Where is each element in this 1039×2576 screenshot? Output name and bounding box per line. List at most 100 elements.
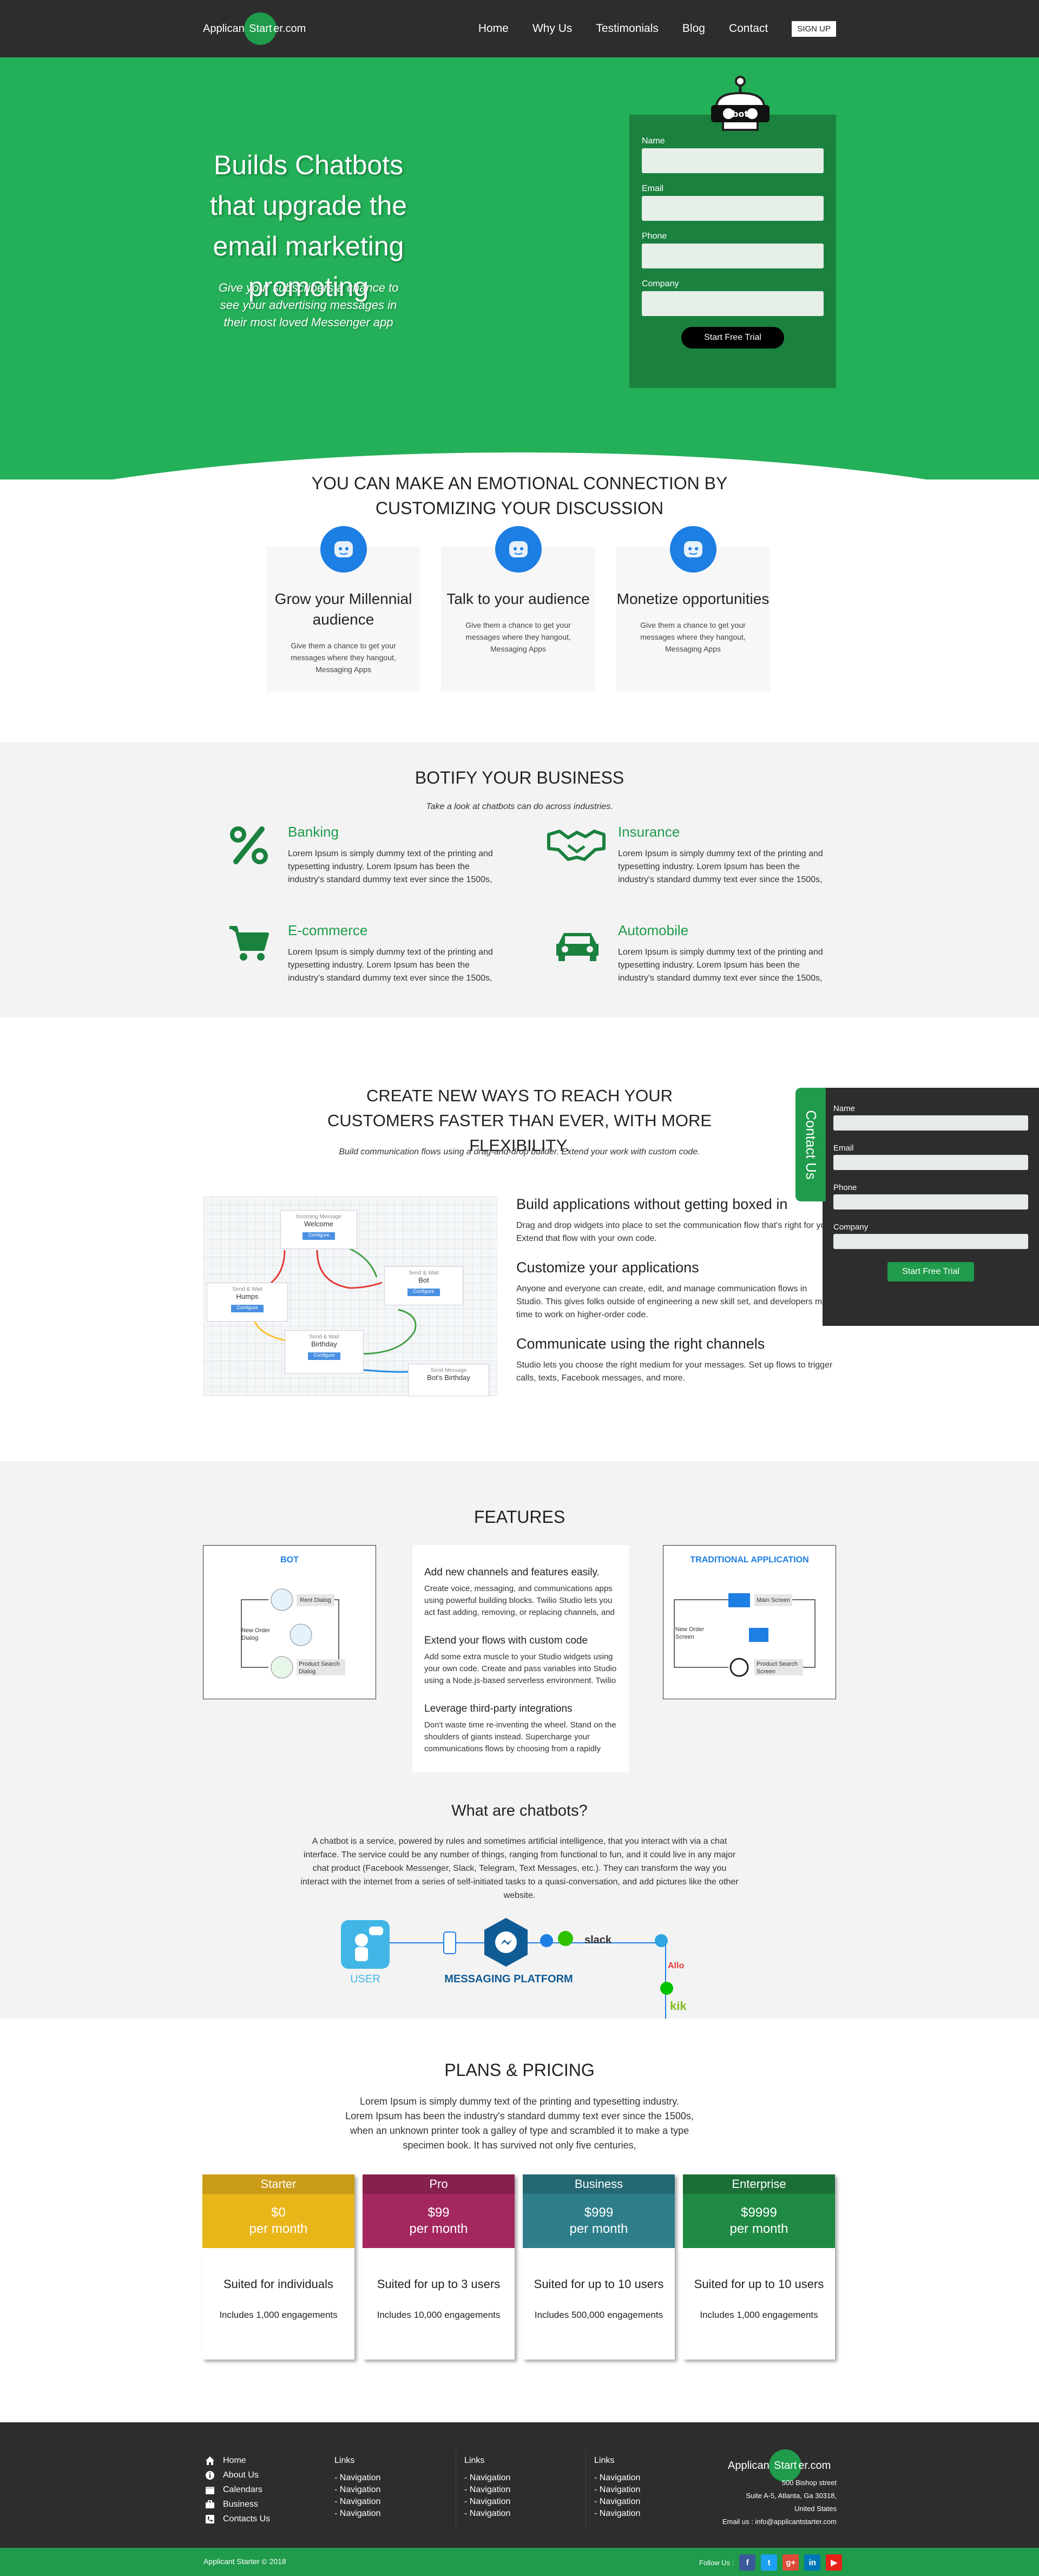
email-input[interactable] <box>642 196 824 221</box>
plan-includes: Includes 1,000 engagements <box>700 2310 818 2320</box>
footer-item-business[interactable]: Business <box>205 2499 270 2511</box>
price-period: per month <box>409 2222 468 2236</box>
industry-text: Lorem Ipsum is simply dummy text of the … <box>288 849 493 884</box>
contact-email-input[interactable] <box>833 1155 1028 1170</box>
diagram-item: Product Search Screen <box>754 1659 803 1675</box>
footer-links-col: Links - Navigation - Navigation - Naviga… <box>594 2455 640 2520</box>
logo-text-right: er.com <box>273 22 306 35</box>
price-period: per month <box>249 2222 308 2236</box>
what-are-chatbots-title: What are chatbots? <box>451 1802 588 1819</box>
name-input[interactable] <box>642 148 824 173</box>
industry-title: Banking <box>288 824 339 840</box>
nav-testimonials[interactable]: Testimonials <box>596 22 659 35</box>
email-label: Email <box>833 1144 854 1153</box>
plan-card-enterprise[interactable]: Enterprise $9999 per month Suited for up … <box>683 2174 835 2360</box>
plan-card-pro[interactable]: Pro $99 per month Suited for up to 3 user… <box>363 2174 515 2360</box>
hero-section: Builds Chatbots that upgrade the email m… <box>0 57 1039 479</box>
configure-button[interactable]: Configure <box>407 1289 440 1296</box>
facebook-icon[interactable]: f <box>739 2554 756 2571</box>
links-heading: Links <box>464 2456 485 2465</box>
messaging-platform-label: MESSAGING PLATFORM <box>444 1973 573 1985</box>
contact-name-input[interactable] <box>833 1115 1028 1131</box>
feature-title: Leverage third-party integrations <box>424 1703 573 1714</box>
footer-item-home[interactable]: Home <box>205 2455 270 2467</box>
footer-link[interactable]: - Navigation <box>594 2508 640 2520</box>
card-title: Grow your Millennial audience <box>274 590 412 628</box>
footer-link[interactable]: - Navigation <box>594 2484 640 2496</box>
flow-node[interactable]: Send & Wait Birthday Configure <box>285 1330 364 1374</box>
flow-node[interactable]: Incoming Message Welcome Configure <box>280 1210 357 1249</box>
signup-form: Name Email Phone Company Start Free Tria… <box>629 115 836 388</box>
footer-item-about[interactable]: About Us <box>205 2469 270 2481</box>
footer-link[interactable]: - Navigation <box>594 2472 640 2484</box>
footer-item-contacts[interactable]: Contacts Us <box>205 2513 270 2525</box>
twitter-icon[interactable]: t <box>761 2554 778 2571</box>
address-email[interactable]: Email us : info@applicantstarter.com <box>693 2515 837 2528</box>
feature-text: Studio lets you choose the right medium … <box>516 1361 833 1383</box>
feature-text: Anyone and everyone can create, edit, an… <box>516 1284 835 1319</box>
footer-link[interactable]: - Navigation <box>334 2472 380 2484</box>
footer-item-label: Calendars <box>223 2485 262 2494</box>
diagram-item: Rent Dialog <box>297 1594 334 1606</box>
address-line: 500 Bishop street <box>781 2479 837 2487</box>
plan-card-starter[interactable]: Starter $0 per month Suited for individua… <box>202 2174 354 2360</box>
plan-card-business[interactable]: Business $999 per month Suited for up to … <box>523 2174 675 2360</box>
contact-phone-input[interactable] <box>833 1194 1028 1210</box>
contact-us-tab[interactable]: Contact Us <box>795 1088 826 1201</box>
youtube-icon[interactable]: ▶ <box>826 2554 843 2571</box>
percent-icon <box>230 826 268 864</box>
flow-node[interactable]: Send Message Bot's Birthday <box>408 1364 489 1396</box>
phone-input[interactable] <box>642 244 824 268</box>
feature-text: Drag and drop widgets into place to set … <box>516 1221 833 1243</box>
plan-header: Enterprise <box>683 2174 835 2194</box>
links-heading: Links <box>334 2456 355 2465</box>
benefit-card: Talk to your audience Give them a chance… <box>441 526 595 692</box>
footer-link[interactable]: - Navigation <box>464 2508 510 2520</box>
card-title: Talk to your audience <box>446 590 590 607</box>
footer-link[interactable]: - Navigation <box>464 2496 510 2508</box>
diagram-item: Product Search Dialog <box>297 1659 345 1675</box>
contact-company-input[interactable] <box>833 1234 1028 1249</box>
nav-blog[interactable]: Blog <box>682 22 705 35</box>
flow-node[interactable]: Send & Wait Humps Configure <box>207 1283 288 1322</box>
nav-home[interactable]: Home <box>478 22 509 35</box>
footer-links-col: Links - Navigation - Navigation - Naviga… <box>334 2455 380 2520</box>
footer-item-calendars[interactable]: Calendars <box>205 2484 270 2496</box>
node-name: Birthday <box>311 1340 337 1348</box>
footer-link[interactable]: - Navigation <box>334 2496 380 2508</box>
diagram-item: New Order Screen <box>675 1626 705 1640</box>
google-plus-icon[interactable]: g+ <box>782 2554 799 2571</box>
contact-start-trial-button[interactable]: Start Free Trial <box>887 1262 974 1282</box>
industry-text: Lorem Ipsum is simply dummy text of the … <box>618 849 823 884</box>
plan-header: Business <box>523 2174 675 2194</box>
configure-button[interactable]: Configure <box>231 1305 264 1312</box>
node-tag: Incoming Message <box>296 1214 341 1220</box>
nav-why-us[interactable]: Why Us <box>532 22 573 35</box>
plan-includes: Includes 10,000 engagements <box>377 2310 501 2320</box>
footer-links-col: Links - Navigation - Navigation - Naviga… <box>464 2455 510 2520</box>
robot-icon: bot <box>711 76 770 131</box>
footer-link[interactable]: - Navigation <box>594 2496 640 2508</box>
plan-suited: Suited for up to 10 users <box>534 2277 664 2291</box>
linkedin-icon[interactable]: in <box>804 2554 821 2571</box>
company-input[interactable] <box>642 291 824 316</box>
price-amount: $0 <box>271 2205 286 2220</box>
footer-link[interactable]: - Navigation <box>334 2508 380 2520</box>
footer-link[interactable]: - Navigation <box>334 2484 380 2496</box>
price-amount: $999 <box>584 2205 614 2220</box>
footer-link[interactable]: - Navigation <box>464 2472 510 2484</box>
contact-form: Name Email Phone Company Start Free Tria… <box>833 1104 1028 1282</box>
signup-button[interactable]: SIGN UP <box>792 21 836 37</box>
flow-node[interactable]: Send & Wait Bot Configure <box>384 1266 463 1305</box>
site-logo[interactable]: Applicant Start er.com <box>203 12 306 45</box>
configure-button[interactable]: Configure <box>303 1232 335 1240</box>
nav-contact[interactable]: Contact <box>729 22 768 35</box>
footer-link[interactable]: - Navigation <box>464 2484 510 2496</box>
benefit-card: Monetize opportunities Give them a chanc… <box>616 526 770 692</box>
home-icon <box>205 2455 215 2466</box>
industry-text: Lorem Ipsum is simply dummy text of the … <box>288 948 493 983</box>
start-trial-button[interactable]: Start Free Trial <box>681 327 784 349</box>
phone-icon <box>205 2514 215 2525</box>
node-name: Humps <box>236 1292 259 1300</box>
configure-button[interactable]: Configure <box>308 1352 340 1360</box>
